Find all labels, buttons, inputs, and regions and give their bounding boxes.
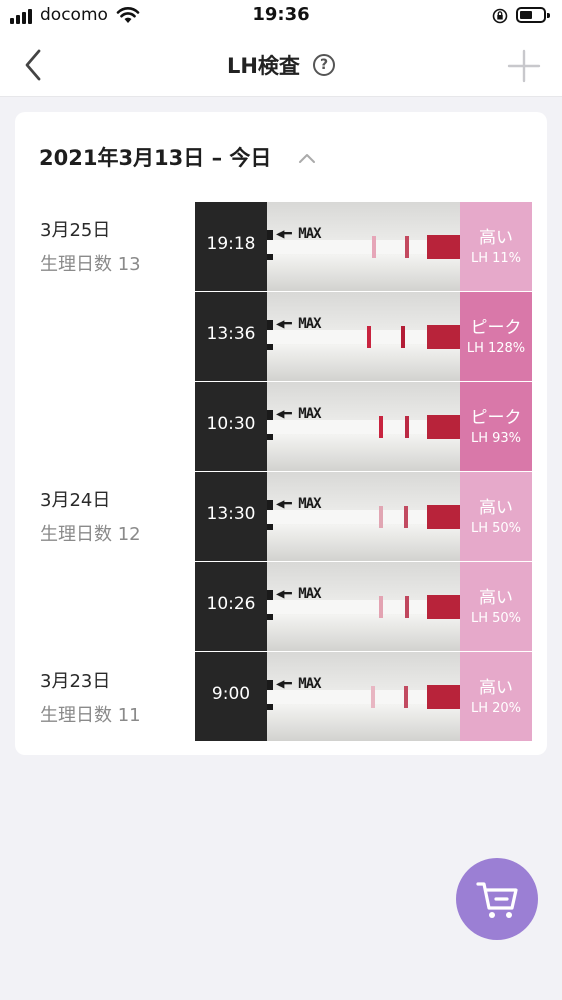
time-cell: 9:00: [195, 652, 267, 741]
day-date: 3月25日: [40, 220, 111, 241]
lh-test-card: 2021年3月13日 – 今日 3月25日 生理日数 13 3月24日 生理日数…: [15, 112, 547, 755]
result-badge: 高い LH 50%: [460, 472, 532, 561]
result-lh-percent: LH 20%: [470, 701, 522, 716]
test-time: 13:36: [206, 324, 256, 344]
day-cycle-count: 生理日数 12: [40, 524, 141, 545]
result-level: ピーク: [470, 408, 522, 428]
result-badge: 高い LH 20%: [460, 652, 532, 741]
result-lh-percent: LH 50%: [470, 611, 522, 626]
test-strip-photo: ◀━ MAX: [267, 652, 460, 741]
time-cell: 10:26: [195, 562, 267, 651]
day-cycle-count: 生理日数 11: [40, 705, 141, 726]
test-row[interactable]: 10:30 ◀━ MAX ピーク LH 93%: [195, 382, 532, 471]
nav-bar: LH検査 ?: [0, 34, 562, 97]
test-row[interactable]: 19:18 ◀━ MAX 高い LH 11%: [195, 202, 532, 291]
result-level: ピーク: [470, 318, 522, 338]
time-cell: 19:18: [195, 202, 267, 291]
test-row[interactable]: 13:30 ◀━ MAX 高い LH 50%: [195, 472, 532, 561]
day-date: 3月23日: [40, 671, 111, 692]
test-strip-photo: ◀━ MAX: [267, 382, 460, 471]
status-bar: docomo 19:36: [0, 0, 562, 34]
test-time: 13:30: [206, 504, 256, 524]
result-badge: ピーク LH 93%: [460, 382, 532, 471]
result-level: 高い: [479, 228, 513, 248]
result-badge: 高い LH 50%: [460, 562, 532, 651]
orientation-lock-icon: [492, 8, 508, 24]
result-lh-percent: LH 50%: [470, 521, 522, 536]
add-icon[interactable]: [506, 48, 542, 84]
clock: 19:36: [252, 4, 310, 25]
result-lh-percent: LH 11%: [470, 251, 522, 266]
test-row[interactable]: 10:26 ◀━ MAX 高い LH 50%: [195, 562, 532, 651]
test-strip-photo: ◀━ MAX: [267, 472, 460, 561]
test-strip-photo: ◀━ MAX: [267, 292, 460, 381]
result-level: 高い: [479, 498, 513, 518]
test-time: 10:30: [206, 414, 256, 434]
result-lh-percent: LH 93%: [470, 431, 522, 446]
test-row[interactable]: 13:36 ◀━ MAX ピーク LH 128%: [195, 292, 532, 381]
test-row[interactable]: 9:00 ◀━ MAX 高い LH 20%: [195, 652, 532, 741]
result-level: 高い: [479, 588, 513, 608]
test-time: 19:18: [206, 234, 256, 254]
time-cell: 13:36: [195, 292, 267, 381]
test-strip-photo: ◀━ MAX: [267, 562, 460, 651]
cart-button[interactable]: [456, 858, 538, 940]
time-cell: 10:30: [195, 382, 267, 471]
battery-icon: [516, 7, 550, 23]
page-title: LH検査: [226, 54, 300, 78]
test-time: 9:00: [211, 684, 251, 704]
day-cycle-count: 生理日数 13: [40, 254, 141, 275]
time-cell: 13:30: [195, 472, 267, 561]
date-range-label[interactable]: 2021年3月13日 – 今日: [39, 142, 271, 172]
help-icon[interactable]: ?: [313, 54, 336, 76]
test-time: 10:26: [206, 594, 256, 614]
result-level: 高い: [479, 678, 513, 698]
result-lh-percent: LH 128%: [466, 341, 526, 356]
cart-icon: [476, 882, 518, 918]
result-badge: ピーク LH 128%: [460, 292, 532, 381]
result-badge: 高い LH 11%: [460, 202, 532, 291]
day-date: 3月24日: [40, 490, 111, 511]
test-results-list: 19:18 ◀━ MAX 高い LH 11% 13:36 ◀━ MAX ピーク …: [195, 202, 532, 741]
chevron-up-icon[interactable]: [298, 152, 316, 164]
test-strip-photo: ◀━ MAX: [267, 202, 460, 291]
nav-title-group: LH検査 ?: [0, 50, 562, 80]
